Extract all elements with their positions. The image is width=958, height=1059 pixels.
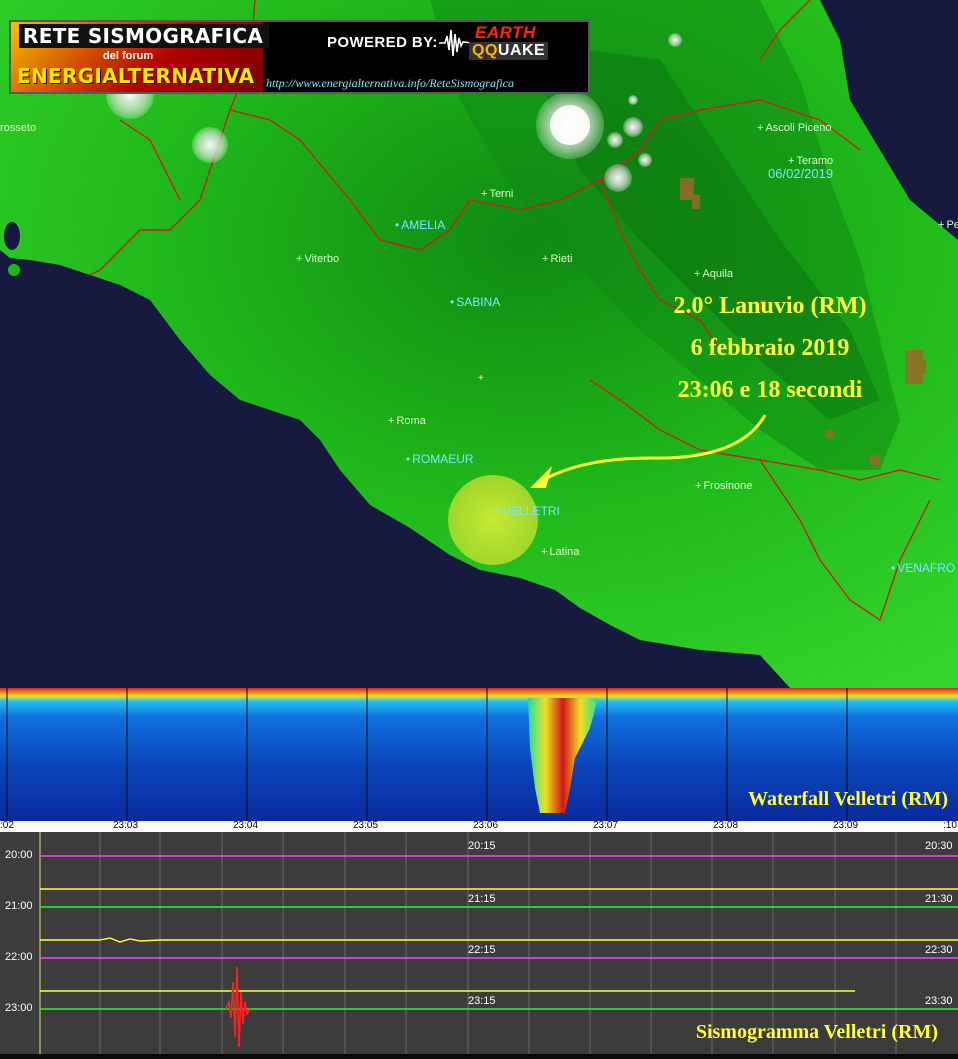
- event-magnitude-location: 2.0° Lanuvio (RM): [673, 293, 867, 319]
- hour-label-22: 22:00: [5, 951, 33, 963]
- seismogram-traces: [40, 855, 958, 1048]
- event-circle: [448, 475, 538, 565]
- banner-title: RETE SISMOGRAFICA: [19, 24, 270, 48]
- station-amelia[interactable]: • AMELIA: [395, 219, 445, 232]
- waterfall-label: Waterfall Velletri (RM): [748, 788, 948, 810]
- city-grosseto: rosseto: [0, 122, 37, 134]
- time-label-2306: 23:06: [473, 820, 499, 831]
- time-label-2309: 23:09: [833, 820, 859, 831]
- island: [8, 264, 20, 276]
- city-pescara: +Pescara: [938, 219, 958, 231]
- time-label-2302: :02: [0, 820, 14, 831]
- city-frosinone: + Frosinone: [695, 480, 753, 492]
- event-time: 23:06 e 18 secondi: [677, 377, 863, 403]
- hour-label-23: 23:00: [5, 1002, 33, 1014]
- time-label-2303: 23:03: [113, 820, 139, 831]
- city-ascoli-piceno: + Ascoli Piceno: [757, 122, 832, 134]
- city-latina: + Latina: [541, 546, 580, 558]
- bolsena-lake: [4, 222, 20, 250]
- earthquake-logo-earth: EARTH: [475, 23, 536, 42]
- hour-label-20: 20:00: [5, 849, 33, 861]
- mark-label-2130: 21:30: [925, 893, 953, 905]
- station-sabina[interactable]: • SABINA: [450, 296, 500, 309]
- time-label-2304: 23:04: [233, 820, 259, 831]
- time-label-2310: :10: [943, 820, 957, 831]
- station-romaeur[interactable]: • ROMAEUR: [406, 453, 474, 466]
- banner-subtitle: del forum: [103, 50, 154, 62]
- network-banner[interactable]: RETE SISMOGRAFICA del forum ENERGIALTERN…: [9, 20, 590, 94]
- earthquake-logo-quake: QQUAKE: [469, 42, 549, 60]
- trace-21-30: [40, 937, 958, 943]
- time-label-2308: 23:08: [713, 820, 739, 831]
- mark-label-2315: 23:15: [468, 995, 496, 1007]
- time-label-2307: 23:07: [593, 820, 619, 831]
- event-date: 6 febbraio 2019: [690, 335, 850, 361]
- mark-label-2030: 20:30: [925, 840, 953, 852]
- mark-label-2115: 21:15: [468, 893, 496, 905]
- forum-url-link[interactable]: http://www.energialternativa.info/ReteSi…: [266, 76, 514, 91]
- waterfall-spectrogram: Waterfall Velletri (RM): [0, 688, 958, 821]
- mark-label-2215: 22:15: [468, 944, 496, 956]
- powered-by-label: POWERED BY:: [327, 34, 438, 51]
- map-panel: + rosseto + Ascoli Piceno + Teramo + Terni …: [0, 0, 958, 688]
- banner-forum-name: ENERGIALTERNATIVA: [17, 64, 255, 88]
- event-label: 2.0° Lanuvio (RM) 6 febbraio 2019 23:06 …: [650, 285, 890, 411]
- city-rieti: + Rieti: [542, 253, 573, 265]
- city-aquila: + Aquila: [694, 268, 734, 280]
- seismo-wave-icon: [439, 29, 473, 57]
- event-trace: [225, 966, 251, 1048]
- city-terni: + Terni: [481, 188, 514, 200]
- mark-label-2015: 20:15: [468, 840, 496, 852]
- seismogram-panel: 20:00 21:00 22:00 23:00 20:15 21:15 22:1…: [0, 832, 958, 1054]
- city-roma: + Roma: [388, 415, 426, 427]
- mark-label-2330: 23:30: [925, 995, 953, 1007]
- station-venafro[interactable]: • VENAFRO: [891, 562, 955, 575]
- map-date: 06/02/2019: [768, 166, 834, 181]
- time-label-2305: 23:05: [353, 820, 379, 831]
- hour-label-21: 21:00: [5, 900, 33, 912]
- mark-label-2230: 22:30: [925, 944, 953, 956]
- svg-text:+: +: [478, 373, 484, 384]
- waterfall-time-axis: :02 23:03 23:04 23:05 23:06 23:07 23:08 …: [0, 820, 958, 832]
- city-viterbo: + Viterbo: [296, 253, 340, 265]
- seismogram-label: Sismogramma Velletri (RM): [695, 1021, 938, 1043]
- station-velletri[interactable]: • VELLETRI: [497, 505, 560, 518]
